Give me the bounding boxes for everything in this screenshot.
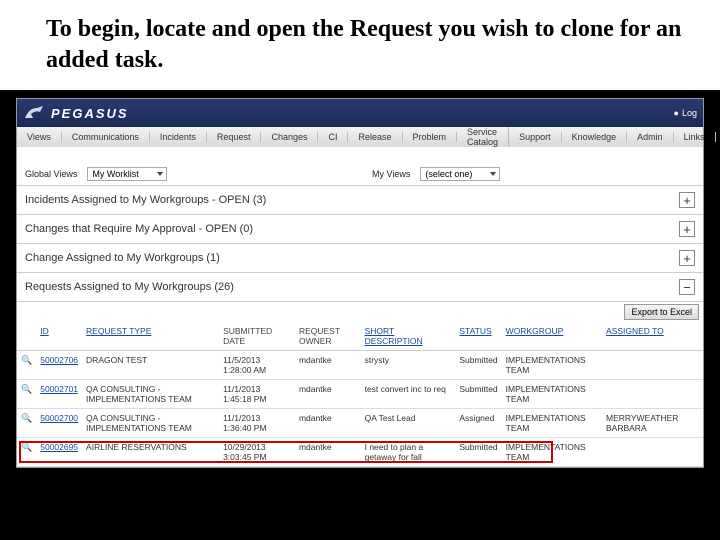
filter-bar: Global Views My Worklist My Views (selec…	[17, 163, 703, 186]
menu-ci[interactable]: CI	[318, 132, 348, 142]
expand-icon[interactable]: +	[679, 250, 695, 266]
col-status[interactable]: STATUS	[455, 322, 501, 351]
cell-assigned	[602, 351, 703, 380]
brand-name: PEGASUS	[51, 106, 129, 121]
table-row: 🔍 50002706 DRAGON TEST 11/5/2013 1:28:00…	[17, 351, 703, 380]
cell-type: AIRLINE RESERVATIONS	[82, 438, 219, 467]
table-row-highlighted: 🔍 50002695 AIRLINE RESERVATIONS 10/29/20…	[17, 438, 703, 467]
magnify-icon[interactable]: 🔍	[21, 413, 32, 423]
cell-workgroup: IMPLEMENTATIONS TEAM	[502, 351, 602, 380]
col-short-description[interactable]: SHORT DESCRIPTION	[361, 322, 456, 351]
app-banner: PEGASUS ● Log	[17, 99, 703, 127]
section-requests: Requests Assigned to My Workgroups (26) …	[17, 273, 703, 302]
menu-problem[interactable]: Problem	[403, 132, 458, 142]
menu-admin[interactable]: Admin	[627, 132, 674, 142]
cell-assigned	[602, 438, 703, 467]
cell-submitted: 11/1/2013 1:45:18 PM	[219, 380, 295, 409]
section-incidents: Incidents Assigned to My Workgroups - OP…	[17, 186, 703, 215]
menu-incidents[interactable]: Incidents	[150, 132, 207, 142]
cell-desc: I need to plan a getaway for fall	[361, 438, 456, 467]
menu-links[interactable]: Links	[674, 132, 716, 142]
request-id-link[interactable]: 50002695	[40, 442, 78, 452]
expand-icon[interactable]: +	[679, 221, 695, 237]
cell-type: QA CONSULTING - IMPLEMENTATIONS TEAM	[82, 409, 219, 438]
export-to-excel-button[interactable]: Export to Excel	[624, 304, 699, 320]
menu-changes[interactable]: Changes	[261, 132, 318, 142]
main-menu: Views Communications Incidents Request C…	[17, 127, 703, 147]
cell-submitted: 11/1/2013 1:36:40 PM	[219, 409, 295, 438]
table-header-row: ID REQUEST TYPE SUBMITTED DATE REQUEST O…	[17, 322, 703, 351]
cell-owner: mdantke	[295, 380, 361, 409]
col-request-owner[interactable]: REQUEST OWNER	[295, 322, 361, 351]
pegasus-logo-icon	[23, 104, 45, 122]
my-views-label: My Views	[372, 169, 410, 179]
cell-status: Submitted	[455, 438, 501, 467]
col-assigned-to[interactable]: ASSIGNED TO	[602, 322, 703, 351]
section-changes-workgroup: Change Assigned to My Workgroups (1) +	[17, 244, 703, 273]
cell-workgroup: IMPLEMENTATIONS TEAM	[502, 380, 602, 409]
log-icon: ●	[674, 108, 679, 118]
magnify-icon[interactable]: 🔍	[21, 384, 32, 394]
cell-owner: mdantke	[295, 351, 361, 380]
my-views-select[interactable]: (select one)	[420, 167, 500, 181]
menu-request[interactable]: Request	[207, 132, 262, 142]
cell-assigned	[602, 380, 703, 409]
cell-submitted: 10/29/2013 3:03:45 PM	[219, 438, 295, 467]
cell-type: DRAGON TEST	[82, 351, 219, 380]
section-title: Incidents Assigned to My Workgroups - OP…	[25, 194, 266, 206]
cell-submitted: 11/5/2013 1:28:00 AM	[219, 351, 295, 380]
cell-status: Submitted	[455, 380, 501, 409]
banner-log-link[interactable]: ● Log	[674, 108, 697, 118]
col-id[interactable]: ID	[36, 322, 82, 351]
table-row: 🔍 50002700 QA CONSULTING - IMPLEMENTATIO…	[17, 409, 703, 438]
pegasus-app-window: PEGASUS ● Log Views Communications Incid…	[16, 98, 704, 468]
menu-communications[interactable]: Communications	[62, 132, 150, 142]
menu-service-catalog[interactable]: Service Catalog	[457, 127, 509, 147]
magnify-icon[interactable]: 🔍	[21, 442, 32, 452]
cell-type: QA CONSULTING - IMPLEMENTATIONS TEAM	[82, 380, 219, 409]
cell-workgroup: IMPLEMENTATIONS TEAM	[502, 409, 602, 438]
cell-assigned: MERRYWEATHER BARBARA	[602, 409, 703, 438]
menu-release[interactable]: Release	[348, 132, 402, 142]
spacer	[17, 147, 703, 163]
instruction-text: To begin, locate and open the Request yo…	[0, 0, 720, 90]
cell-owner: mdantke	[295, 409, 361, 438]
request-id-link[interactable]: 50002700	[40, 413, 78, 423]
cell-owner: mdantke	[295, 438, 361, 467]
col-request-type[interactable]: REQUEST TYPE	[82, 322, 219, 351]
section-title: Change Assigned to My Workgroups (1)	[25, 252, 220, 264]
requests-table: ID REQUEST TYPE SUBMITTED DATE REQUEST O…	[17, 322, 703, 467]
col-submitted-date[interactable]: SUBMITTED DATE	[219, 322, 295, 351]
expand-icon[interactable]: +	[679, 192, 695, 208]
menu-support[interactable]: Support	[509, 132, 562, 142]
magnify-icon[interactable]: 🔍	[21, 355, 32, 365]
cell-desc: strysty	[361, 351, 456, 380]
section-title: Requests Assigned to My Workgroups (26)	[25, 281, 234, 293]
section-title: Changes that Require My Approval - OPEN …	[25, 223, 253, 235]
brand: PEGASUS	[23, 104, 129, 122]
cell-workgroup: IMPLEMENTATIONS TEAM	[502, 438, 602, 467]
global-views-label: Global Views	[25, 169, 77, 179]
log-label: Log	[682, 108, 697, 118]
table-row: 🔍 50002701 QA CONSULTING - IMPLEMENTATIO…	[17, 380, 703, 409]
request-id-link[interactable]: 50002701	[40, 384, 78, 394]
cell-status: Assigned	[455, 409, 501, 438]
menu-views[interactable]: Views	[17, 132, 62, 142]
collapse-icon[interactable]: −	[679, 279, 695, 295]
request-id-link[interactable]: 50002706	[40, 355, 78, 365]
cell-desc: test convert inc to req	[361, 380, 456, 409]
export-row: Export to Excel	[17, 302, 703, 322]
col-workgroup[interactable]: WORKGROUP	[502, 322, 602, 351]
global-views-select[interactable]: My Worklist	[87, 167, 167, 181]
section-changes-approval: Changes that Require My Approval - OPEN …	[17, 215, 703, 244]
cell-status: Submitted	[455, 351, 501, 380]
cell-desc: QA Test Lead	[361, 409, 456, 438]
menu-knowledge[interactable]: Knowledge	[562, 132, 628, 142]
